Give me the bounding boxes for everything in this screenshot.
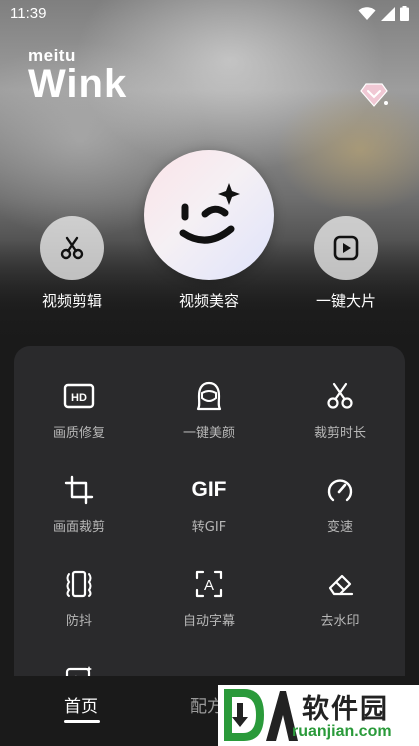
speedometer-icon	[320, 470, 360, 510]
app-logo: meitu Wink	[28, 46, 127, 104]
tool-speed[interactable]: 变速	[275, 470, 405, 535]
watermark-logo-icon	[224, 689, 298, 741]
tool-label: 转GIF	[191, 520, 227, 535]
svg-text:HD: HD	[71, 392, 87, 404]
tool-label: 画面裁剪	[52, 520, 105, 535]
tool-trim-duration[interactable]: 裁剪时长	[275, 376, 405, 441]
face-icon	[189, 376, 229, 416]
video-edit-button[interactable]: 视频剪辑	[40, 216, 104, 311]
tool-label: 裁剪时长	[313, 426, 366, 441]
scissors-icon	[60, 236, 84, 260]
tool-auto-subtitle[interactable]: A 自动字幕	[144, 564, 274, 629]
tool-stabilize[interactable]: 防抖	[14, 564, 144, 629]
site-watermark: 软件园 ruanjian.com	[218, 685, 419, 746]
tool-label: 去水印	[320, 614, 360, 629]
battery-icon	[400, 6, 409, 21]
video-beauty-button[interactable]: 视频美容	[144, 150, 274, 311]
video-edit-label: 视频剪辑	[41, 292, 102, 310]
hd-icon: HD	[59, 376, 99, 416]
video-edit-circle	[40, 216, 104, 280]
nav-home-indicator	[64, 720, 100, 723]
one-click-movie-circle	[314, 216, 378, 280]
play-icon	[333, 235, 359, 261]
one-click-movie-button[interactable]: 一键大片	[314, 216, 378, 311]
status-icons	[358, 6, 409, 21]
signal-icon	[381, 6, 395, 21]
wifi-icon	[358, 6, 376, 20]
status-bar: 11:39	[0, 0, 419, 30]
app-screen: 11:39 meitu Wink 视频剪辑 视频美容 一键大片 HD 画质修复 …	[0, 0, 419, 746]
tool-quality-repair[interactable]: HD 画质修复	[14, 376, 144, 441]
subtitle-icon-letter: A	[204, 577, 214, 594]
crop-icon	[59, 470, 99, 510]
status-time: 11:39	[10, 5, 47, 22]
tool-one-click-beauty[interactable]: 一键美颜	[144, 376, 274, 441]
tool-label: 画质修复	[52, 426, 105, 441]
tool-label: 自动字幕	[182, 614, 235, 629]
vip-diamond-icon[interactable]	[360, 82, 388, 112]
tool-remove-watermark[interactable]: 去水印	[275, 564, 405, 629]
scissors-icon	[320, 376, 360, 416]
tool-label: 防抖	[65, 614, 92, 629]
tool-label: 一键美颜	[182, 426, 235, 441]
subtitle-icon: A	[189, 564, 229, 604]
video-beauty-label: 视频美容	[178, 292, 239, 310]
logo-wink: Wink	[28, 62, 128, 106]
gif-icon: GIF	[189, 470, 229, 510]
video-beauty-circle	[144, 150, 274, 280]
wink-face-icon	[179, 183, 240, 244]
watermark-cn-text: 软件园	[302, 694, 389, 725]
gif-icon-text: GIF	[191, 478, 227, 501]
stabilize-icon	[59, 564, 99, 604]
one-click-movie-label: 一键大片	[315, 292, 376, 310]
tool-to-gif[interactable]: GIF 转GIF	[144, 470, 274, 535]
nav-home-tab[interactable]: 首页	[64, 692, 98, 717]
eraser-icon	[320, 564, 360, 604]
tool-frame-crop[interactable]: 画面裁剪	[14, 470, 144, 535]
tool-label: 变速	[326, 520, 353, 535]
watermark-en-text: ruanjian.com	[292, 723, 392, 740]
